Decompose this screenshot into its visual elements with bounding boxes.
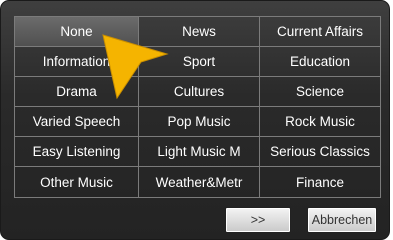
genre-varied-speech[interactable]: Varied Speech [15, 107, 139, 137]
genre-serious-classics[interactable]: Serious Classics [260, 137, 380, 167]
genre-selection-panel: None News Current Affairs Information Sp… [0, 0, 390, 240]
genre-news[interactable]: News [139, 17, 260, 47]
genre-grid: None News Current Affairs Information Sp… [14, 16, 381, 198]
genre-education[interactable]: Education [260, 47, 380, 77]
genre-none[interactable]: None [15, 17, 139, 47]
genre-cultures[interactable]: Cultures [139, 77, 260, 107]
genre-drama[interactable]: Drama [15, 77, 139, 107]
next-page-button[interactable]: >> [225, 207, 291, 233]
genre-sport[interactable]: Sport [139, 47, 260, 77]
cancel-button[interactable]: Abbrechen [307, 207, 377, 233]
genre-weather[interactable]: Weather&Metr [139, 167, 260, 197]
genre-pop-music[interactable]: Pop Music [139, 107, 260, 137]
genre-rock-music[interactable]: Rock Music [260, 107, 380, 137]
genre-finance[interactable]: Finance [260, 167, 380, 197]
genre-light-music[interactable]: Light Music M [139, 137, 260, 167]
genre-easy-listening[interactable]: Easy Listening [15, 137, 139, 167]
genre-science[interactable]: Science [260, 77, 380, 107]
genre-current-affairs[interactable]: Current Affairs [260, 17, 380, 47]
genre-other-music[interactable]: Other Music [15, 167, 139, 197]
genre-information[interactable]: Information [15, 47, 139, 77]
